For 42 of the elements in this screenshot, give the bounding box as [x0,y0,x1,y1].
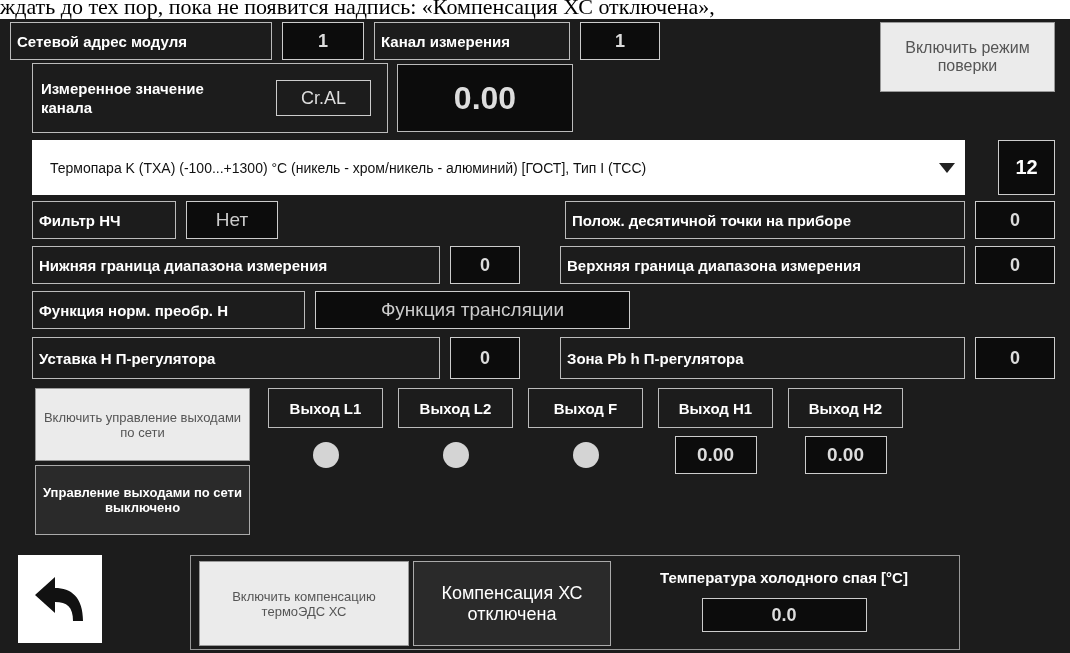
output-label: Выход H2 [788,388,903,428]
value-display: 0 [450,246,520,284]
value-display: Cr.AL [276,80,371,116]
status-display: Управление выходами по сети выключено [35,465,250,535]
caret-icon [939,162,955,173]
value-display: 0 [450,337,520,379]
field-label: Функция норм. преобр. Н [32,291,305,329]
value-display: 0.00 [397,64,573,132]
back-button[interactable] [18,555,102,643]
field-label: Полож. десятичной точки на приборе [565,201,965,239]
output-label: Выход H1 [658,388,773,428]
field-label: Температура холодного спая [°C] [660,569,908,586]
document-text: ждать до тех пор, пока не появится надпись: «Компенсация ХС отключена», [0,0,715,19]
value-display: Нет [186,201,278,239]
verification-button[interactable]: Включить режим поверки [880,22,1055,92]
output-label: Выход L1 [268,388,383,428]
field-label: Канал измерения [374,22,570,60]
field-label: Сетевой адрес модуля [10,22,272,60]
output-label: Выход L2 [398,388,513,428]
value-display: 1 [282,22,364,60]
dropdown-value: Термопара K (ТХА) (-100...+1300) °C (никель - хром/никель - алюминий) [ГОСТ], Тип I (ТСС) [50,159,647,176]
value-display: 0 [975,201,1055,239]
field-label: Нижняя граница диапазона измерения [32,246,440,284]
back-arrow-icon [35,577,85,621]
field-label: Зона Pb h П-регулятора [560,337,965,379]
value-display: 0 [975,246,1055,284]
compensation-button[interactable]: Включить компенсацию термоЭДС ХС [199,561,409,646]
value-display: 0.00 [804,436,887,474]
value-display: 0.0 [701,598,867,632]
output-label: Выход F [528,388,643,428]
status-display: Компенсация ХС отключена [413,561,611,646]
field-label: Измеренное значение канала [41,79,205,117]
value-display: 0 [975,337,1055,379]
sensor-dropdown[interactable]: Термопара K (ТХА) (-100...+1300) °C (никель - хром/никель - алюминий) [ГОСТ], Тип I (ТСС) [32,140,965,195]
value-display: 0.00 [674,436,757,474]
field-label: Уставка Н П-регулятора [32,337,440,379]
value-display: 1 [580,22,660,60]
network-control-button[interactable]: Включить управление выходами по сети [35,388,250,461]
value-display: Функция трансляции [315,291,630,329]
field-label: Фильтр НЧ [32,201,176,239]
value-display: 12 [998,140,1055,195]
field-label: Верхняя граница диапазона измерения [560,246,965,284]
